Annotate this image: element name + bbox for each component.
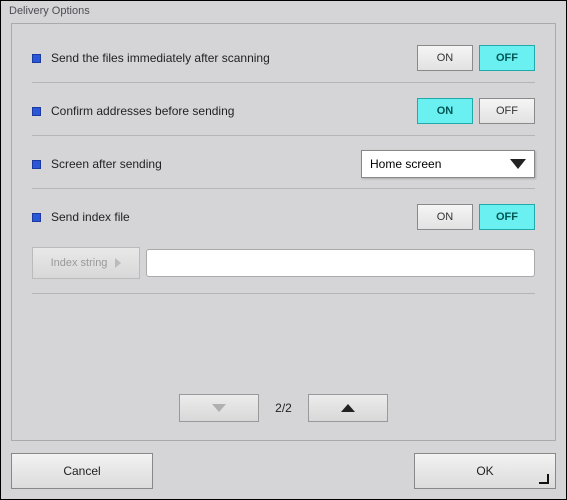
label-group: Confirm addresses before sending [32,104,417,118]
divider [32,135,535,136]
option-label: Confirm addresses before sending [51,104,234,118]
cancel-label: Cancel [63,464,100,478]
screen-after-dropdown[interactable]: Home screen [361,150,535,178]
index-string-label: Index string [51,257,108,269]
toggle-group: ON OFF [417,204,535,230]
pager: 2/2 [32,384,535,432]
send-index-on-button[interactable]: ON [417,204,473,230]
option-label: Send the files immediately after scannin… [51,51,270,65]
divider [32,188,535,189]
spacer [32,302,535,384]
bullet-icon [32,213,41,222]
index-string-button: Index string [32,247,140,279]
divider [32,293,535,294]
dropdown-value: Home screen [370,157,441,171]
confirm-addresses-off-button[interactable]: OFF [479,98,535,124]
label-group: Screen after sending [32,157,361,171]
send-immediately-on-button[interactable]: ON [417,45,473,71]
bullet-icon [32,54,41,63]
cancel-button[interactable]: Cancel [11,453,153,489]
option-screen-after: Screen after sending Home screen [32,144,535,184]
toggle-group: ON OFF [417,45,535,71]
toggle-group: ON OFF [417,98,535,124]
footer: Cancel OK [1,445,566,499]
page-indicator: 2/2 [275,401,292,415]
triangle-down-icon [212,404,226,412]
option-send-index: Send index file ON OFF [32,197,535,237]
divider [32,82,535,83]
bullet-icon [32,160,41,169]
index-string-row: Index string [32,247,535,279]
ok-label: OK [476,464,493,478]
option-confirm-addresses: Confirm addresses before sending ON OFF [32,91,535,131]
page-up-button[interactable] [308,394,388,422]
resize-corner-icon [537,472,549,484]
page-down-button[interactable] [179,394,259,422]
send-immediately-off-button[interactable]: OFF [479,45,535,71]
label-group: Send index file [32,210,417,224]
label-group: Send the files immediately after scannin… [32,51,417,65]
chevron-right-icon [115,258,121,268]
index-string-input[interactable] [146,249,535,277]
send-index-off-button[interactable]: OFF [479,204,535,230]
triangle-up-icon [341,404,355,412]
ok-button[interactable]: OK [414,453,556,489]
confirm-addresses-on-button[interactable]: ON [417,98,473,124]
delivery-options-window: Delivery Options Send the files immediat… [0,0,567,500]
option-send-immediately: Send the files immediately after scannin… [32,38,535,78]
option-label: Send index file [51,210,130,224]
chevron-down-icon [510,159,526,169]
bullet-icon [32,107,41,116]
content-panel: Send the files immediately after scannin… [11,23,556,441]
window-title: Delivery Options [1,1,566,23]
option-label: Screen after sending [51,157,162,171]
